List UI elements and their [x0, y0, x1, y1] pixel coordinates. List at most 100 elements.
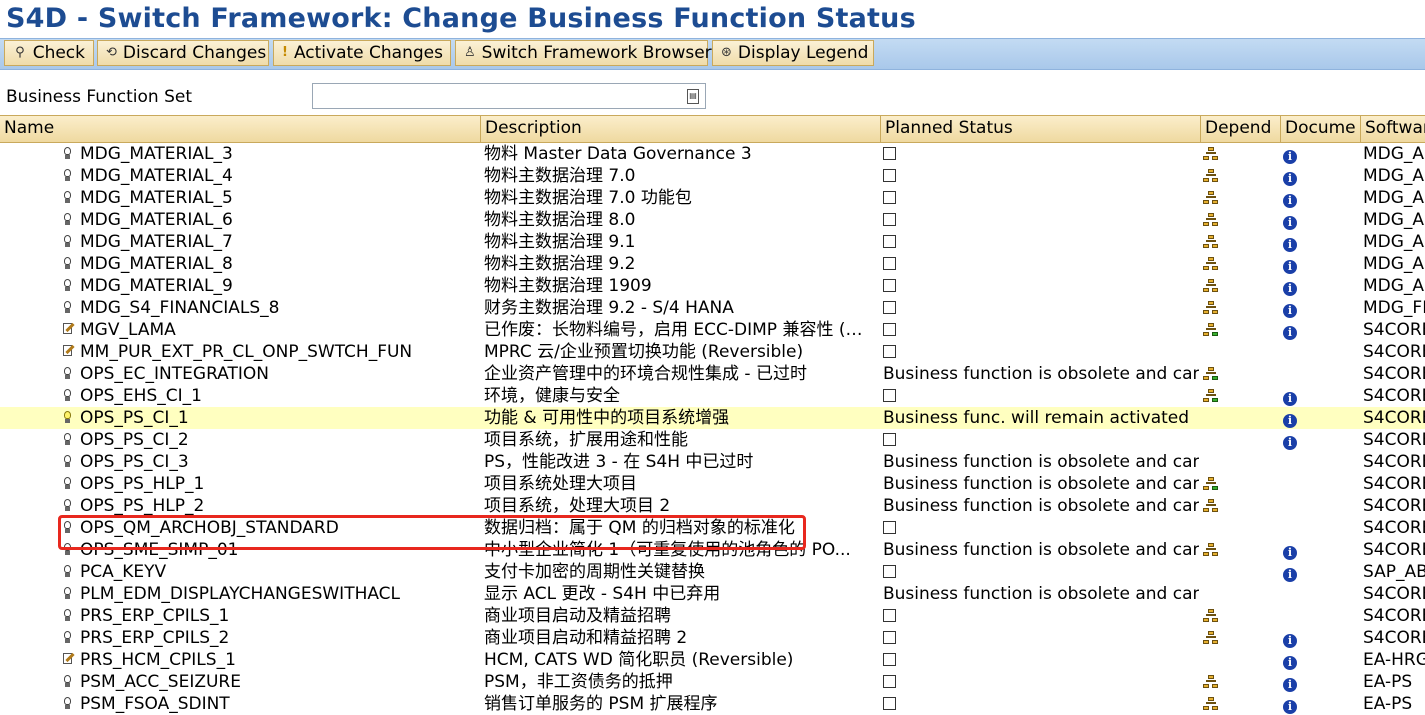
planned-status-checkbox[interactable]: [883, 213, 896, 226]
activate-changes-button[interactable]: ! Activate Changes: [273, 40, 451, 66]
cell-dependencies[interactable]: [1203, 627, 1281, 649]
cell-documentation[interactable]: i: [1283, 407, 1359, 429]
cell-name[interactable]: MDG_MATERIAL_4: [62, 165, 478, 187]
switch-framework-browser-button[interactable]: ♙ Switch Framework Browser: [455, 40, 712, 66]
info-icon[interactable]: i: [1283, 282, 1297, 296]
info-icon[interactable]: i: [1283, 150, 1297, 164]
info-icon[interactable]: i: [1283, 700, 1297, 714]
cell-name[interactable]: OPS_PS_CI_1: [62, 407, 478, 429]
planned-status-checkbox[interactable]: [883, 345, 896, 358]
discard-changes-button[interactable]: ⟲ Discard Changes: [97, 40, 269, 66]
planned-status-checkbox[interactable]: [883, 191, 896, 204]
cell-dependencies[interactable]: [1203, 187, 1281, 209]
cell-dependencies[interactable]: [1203, 275, 1281, 297]
planned-status-checkbox[interactable]: [883, 653, 896, 666]
table-row[interactable]: OPS_QM_ARCHOBJ_STANDARD 数据归档：属于 QM 的归档对象的…: [0, 517, 1425, 539]
dependency-green-icon[interactable]: [1203, 367, 1219, 381]
table-row[interactable]: OPS_SME_SIMP_01 中小型企业简化 1（可重复使用的池角色的 PO..…: [0, 539, 1425, 561]
cell-planned-status[interactable]: [883, 649, 1199, 671]
info-icon[interactable]: i: [1283, 326, 1297, 340]
cell-planned-status[interactable]: [883, 605, 1199, 627]
cell-name[interactable]: MDG_MATERIAL_8: [62, 253, 478, 275]
cell-documentation[interactable]: i: [1283, 143, 1359, 165]
planned-status-checkbox[interactable]: [883, 697, 896, 710]
info-icon[interactable]: i: [1283, 304, 1297, 318]
table-row[interactable]: MDG_MATERIAL_6 物料主数据治理 8.0 i MDG_AP: [0, 209, 1425, 231]
dependency-icon[interactable]: [1203, 169, 1219, 183]
table-row[interactable]: MDG_MATERIAL_5 物料主数据治理 7.0 功能包 i MDG_AP: [0, 187, 1425, 209]
table-row[interactable]: PSM_ACC_SEIZURE PSM，非工资债务的抵押 i EA-PS: [0, 671, 1425, 693]
cell-name[interactable]: PSM_FSOA_SDINT: [62, 693, 478, 715]
cell-planned-status[interactable]: [883, 253, 1199, 275]
dependency-icon[interactable]: [1203, 279, 1219, 293]
planned-status-checkbox[interactable]: [883, 301, 896, 314]
cell-name[interactable]: OPS_PS_HLP_2: [62, 495, 478, 517]
table-row[interactable]: PRS_HCM_CPILS_1 HCM, CATS WD 简化职员 (Revers…: [0, 649, 1425, 671]
cell-name[interactable]: OPS_SME_SIMP_01: [62, 539, 478, 561]
info-icon[interactable]: i: [1283, 656, 1297, 670]
cell-documentation[interactable]: i: [1283, 671, 1359, 693]
cell-dependencies[interactable]: [1203, 693, 1281, 715]
cell-name[interactable]: OPS_QM_ARCHOBJ_STANDARD: [62, 517, 478, 539]
cell-name[interactable]: OPS_EHS_CI_1: [62, 385, 478, 407]
table-row[interactable]: PCA_KEYV 支付卡加密的周期性关键替换 i SAP_ABA: [0, 561, 1425, 583]
info-icon[interactable]: i: [1283, 194, 1297, 208]
cell-planned-status[interactable]: [883, 231, 1199, 253]
cell-documentation[interactable]: i: [1283, 561, 1359, 583]
cell-name[interactable]: MDG_MATERIAL_5: [62, 187, 478, 209]
dependency-icon[interactable]: [1203, 235, 1219, 249]
info-icon[interactable]: i: [1283, 238, 1297, 252]
cell-planned-status[interactable]: [883, 693, 1199, 715]
cell-documentation[interactable]: i: [1283, 297, 1359, 319]
table-row[interactable]: PLM_EDM_DISPLAYCHANGESWITHACL 显示 ACL 更改 -…: [0, 583, 1425, 605]
cell-name[interactable]: MDG_MATERIAL_3: [62, 143, 478, 165]
cell-name[interactable]: PSM_ACC_SEIZURE: [62, 671, 478, 693]
cell-planned-status[interactable]: [883, 319, 1199, 341]
dependency-icon[interactable]: [1203, 609, 1219, 623]
cell-dependencies[interactable]: [1203, 297, 1281, 319]
table-row[interactable]: OPS_PS_CI_1 功能 & 可用性中的项目系统增强 Business func…: [0, 407, 1425, 429]
table-row[interactable]: MDG_MATERIAL_8 物料主数据治理 9.2 i MDG_AP: [0, 253, 1425, 275]
cell-dependencies[interactable]: [1203, 473, 1281, 495]
dependency-icon[interactable]: [1203, 147, 1219, 161]
planned-status-checkbox[interactable]: [883, 565, 896, 578]
cell-planned-status[interactable]: [883, 517, 1199, 539]
cell-name[interactable]: MDG_MATERIAL_9: [62, 275, 478, 297]
planned-status-checkbox[interactable]: [883, 521, 896, 534]
planned-status-checkbox[interactable]: [883, 279, 896, 292]
column-header-planned-status[interactable]: Planned Status: [881, 116, 1201, 142]
cell-dependencies[interactable]: [1203, 605, 1281, 627]
planned-status-checkbox[interactable]: [883, 433, 896, 446]
dependency-icon[interactable]: [1203, 257, 1219, 271]
column-header-name[interactable]: Name: [0, 116, 481, 142]
cell-dependencies[interactable]: [1203, 231, 1281, 253]
cell-documentation[interactable]: i: [1283, 429, 1359, 451]
cell-planned-status[interactable]: [883, 627, 1199, 649]
cell-planned-status[interactable]: [883, 187, 1199, 209]
table-row[interactable]: OPS_PS_CI_3 PS，性能改进 3 - 在 S4H 中已过时 Busines…: [0, 451, 1425, 473]
dependency-green-icon[interactable]: [1203, 389, 1219, 403]
dependency-icon[interactable]: [1203, 631, 1219, 645]
planned-status-checkbox[interactable]: [883, 323, 896, 336]
cell-documentation[interactable]: i: [1283, 165, 1359, 187]
table-row[interactable]: PRS_ERP_CPILS_2 商业项目启动和精益招聘 2 i S4CORE: [0, 627, 1425, 649]
cell-dependencies[interactable]: [1203, 363, 1281, 385]
info-icon[interactable]: i: [1283, 546, 1297, 560]
table-row[interactable]: MGV_LAMA 已作废：长物料编号，启用 ECC-DIMP 兼容性 (… i S4C…: [0, 319, 1425, 341]
cell-dependencies[interactable]: [1203, 495, 1281, 517]
dependency-icon[interactable]: [1203, 543, 1219, 557]
cell-documentation[interactable]: i: [1283, 385, 1359, 407]
planned-status-checkbox[interactable]: [883, 257, 896, 270]
business-function-set-input[interactable]: ▤: [312, 83, 706, 109]
dependency-icon[interactable]: [1203, 675, 1219, 689]
cell-planned-status[interactable]: [883, 143, 1199, 165]
cell-name[interactable]: PRS_ERP_CPILS_2: [62, 627, 478, 649]
info-icon[interactable]: i: [1283, 436, 1297, 450]
cell-documentation[interactable]: i: [1283, 319, 1359, 341]
table-row[interactable]: MDG_MATERIAL_3 物料 Master Data Governance …: [0, 143, 1425, 165]
cell-name[interactable]: MDG_MATERIAL_7: [62, 231, 478, 253]
table-row[interactable]: OPS_EC_INTEGRATION 企业资产管理中的环境合规性集成 - 已过时 B…: [0, 363, 1425, 385]
planned-status-checkbox[interactable]: [883, 389, 896, 402]
cell-planned-status[interactable]: [883, 671, 1199, 693]
cell-name[interactable]: MGV_LAMA: [62, 319, 478, 341]
